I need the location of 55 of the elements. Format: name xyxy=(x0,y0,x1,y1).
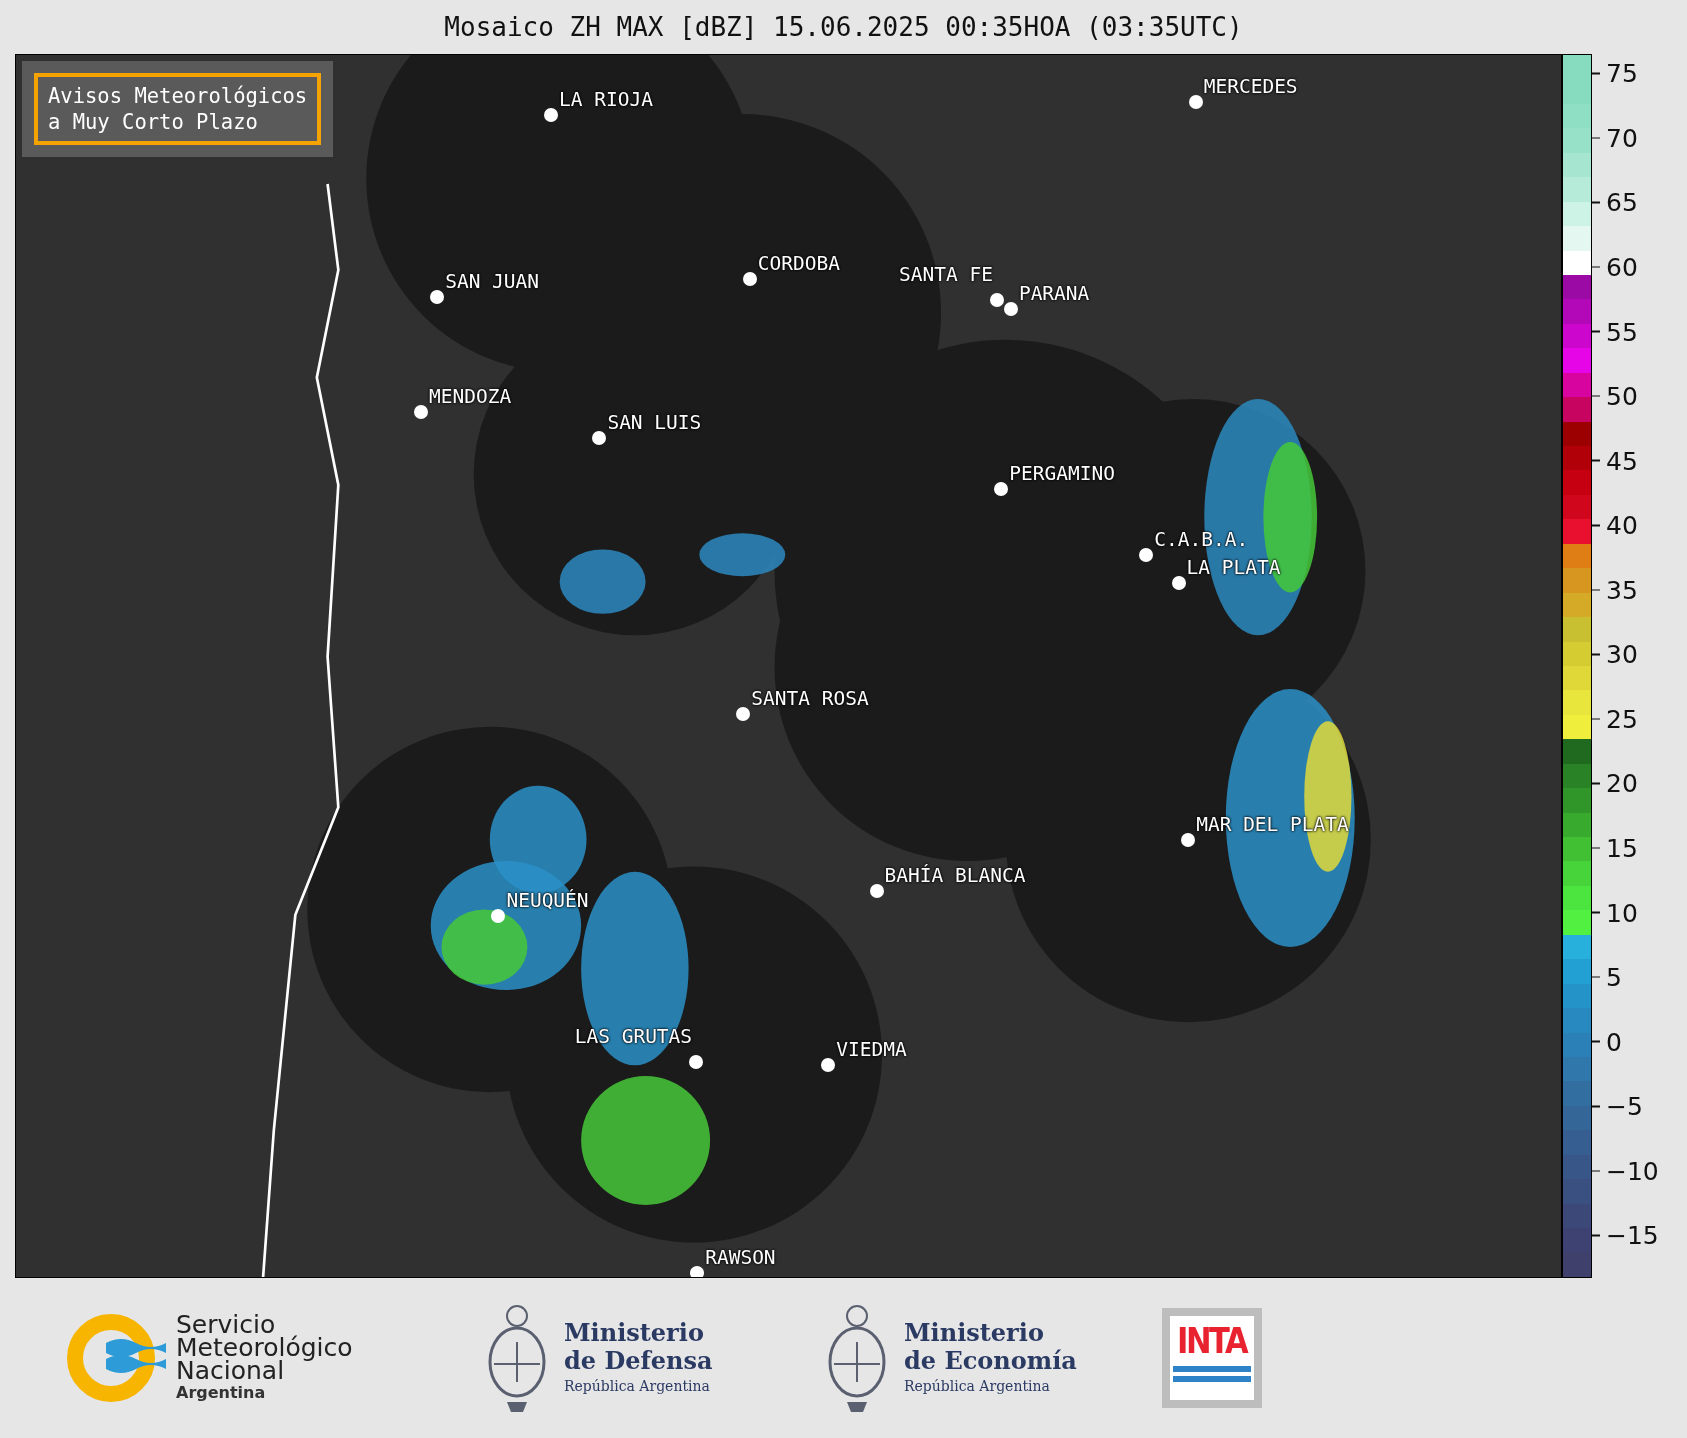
city-marker-icon xyxy=(869,884,884,899)
scale-tick-label: 75 xyxy=(1606,58,1638,88)
scale-tick-label: 45 xyxy=(1606,446,1638,476)
city-label: PARANA xyxy=(1018,281,1090,305)
scale-tick-label: −10 xyxy=(1606,1156,1659,1186)
scale-tick-label: 25 xyxy=(1606,704,1638,734)
scale-tick-label: 20 xyxy=(1606,769,1638,798)
city-label: VIEDMA xyxy=(836,1038,907,1062)
city-marker-icon xyxy=(736,706,751,721)
city-label: CORDOBA xyxy=(757,251,840,275)
logo-text: Nacional xyxy=(176,1358,285,1382)
scale-tick-label: −5 xyxy=(1606,1091,1643,1121)
scale-tick-label: 15 xyxy=(1606,833,1638,863)
scale-tick-label: 5 xyxy=(1606,962,1622,992)
scale-tick-label: 70 xyxy=(1606,123,1638,153)
city-label: SANTA ROSA xyxy=(751,686,869,710)
scale-tick-label: 10 xyxy=(1606,898,1638,928)
city-label: RAWSON xyxy=(705,1245,776,1269)
logo-text: Servicio xyxy=(176,1312,276,1336)
logo-text: República Argentina xyxy=(904,1377,1051,1396)
logo-text: de Defensa xyxy=(564,1347,713,1375)
scale-tick-label: 0 xyxy=(1606,1027,1622,1057)
city-marker-icon xyxy=(1003,301,1018,316)
scale-tick-label: 60 xyxy=(1606,252,1638,282)
city-label: LA PLATA xyxy=(1186,555,1281,579)
circle-waves-logo-icon xyxy=(66,1313,166,1403)
city-marker-icon xyxy=(989,293,1004,308)
logo-text: de Economía xyxy=(904,1347,1077,1375)
city-label: MENDOZA xyxy=(429,384,512,408)
chart-title: Mosaico ZH MAX [dBZ] 15.06.2025 00:35HOA (03:35UTC) xyxy=(443,11,1244,44)
notice-text: a Muy Corto Plazo xyxy=(48,109,259,135)
city-marker-icon xyxy=(414,404,429,419)
logo-text: Ministerio xyxy=(904,1319,1045,1347)
city-label: SANTA FE xyxy=(899,263,993,287)
scale-tick-label: 30 xyxy=(1606,639,1638,669)
city-label: SAN LUIS xyxy=(607,410,702,434)
scale-tick-label: 40 xyxy=(1606,510,1638,540)
scale-tick-label: 50 xyxy=(1606,381,1638,411)
scale-tick-label: 35 xyxy=(1606,575,1638,605)
logo-text: Ministerio xyxy=(564,1319,705,1347)
city-label: BAHÍA BLANCA xyxy=(884,864,1026,888)
scale-tick-label: 65 xyxy=(1606,187,1638,217)
city-marker-icon xyxy=(690,1265,705,1277)
city-label: MERCEDES xyxy=(1203,75,1298,99)
notice-text: Avisos Meteorológicos xyxy=(48,83,308,109)
logo-text: República Argentina xyxy=(564,1377,711,1396)
logo-text: Argentina xyxy=(176,1381,267,1404)
city-label: SAN JUAN xyxy=(445,269,540,293)
city-marker-icon xyxy=(1188,95,1203,110)
logo-text: Meteorológico xyxy=(176,1335,353,1359)
scale-tick-label: 55 xyxy=(1606,317,1638,347)
city-label: LA RIOJA xyxy=(559,88,653,112)
scale-tick-label: −15 xyxy=(1606,1220,1659,1250)
city-label: PERGAMINO xyxy=(1009,462,1115,486)
logo-text: INTA xyxy=(1177,1320,1247,1362)
